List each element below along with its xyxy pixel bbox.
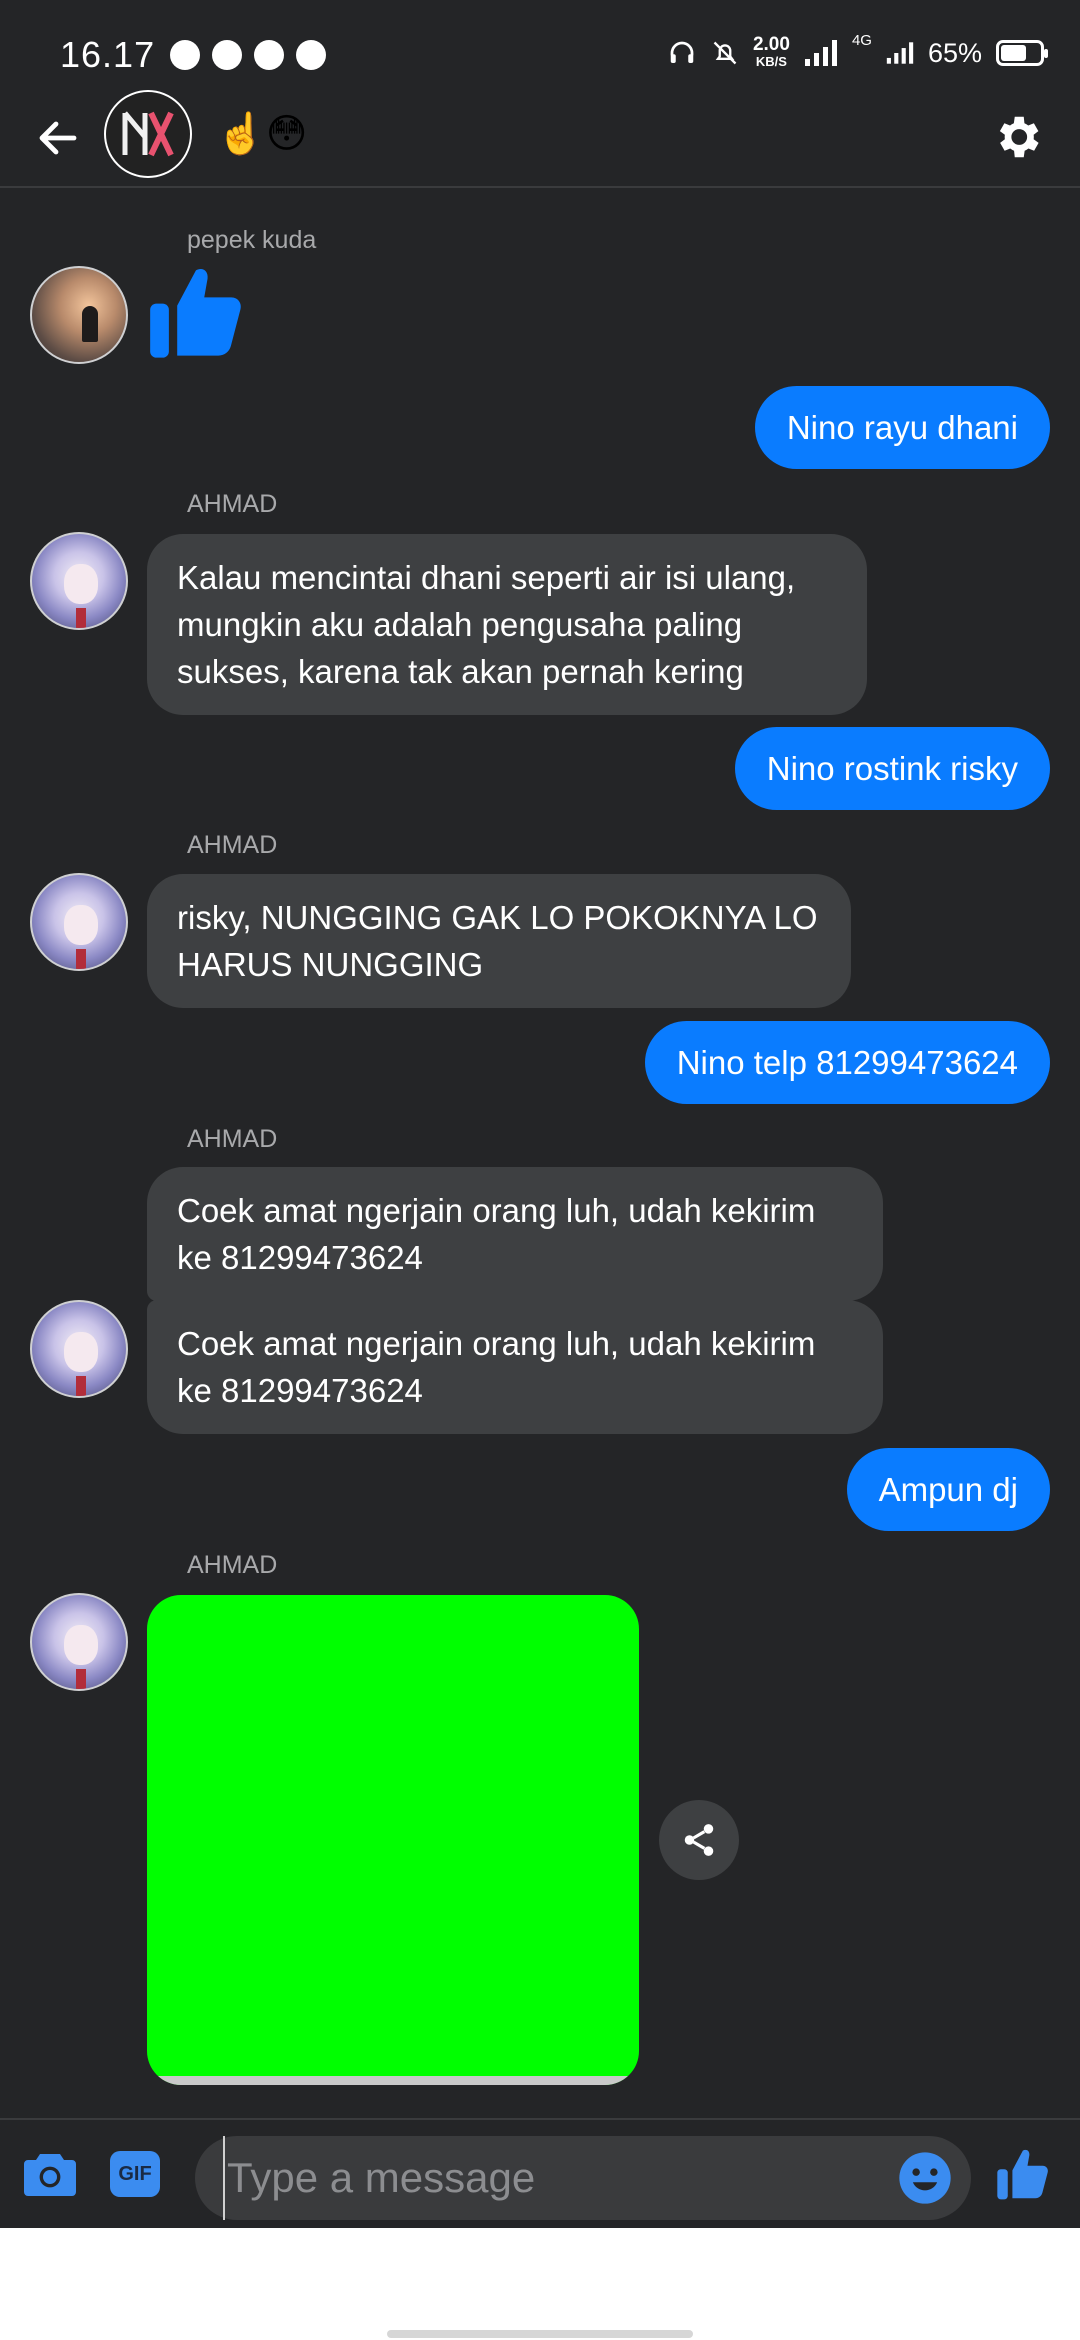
avatar-face (64, 905, 98, 945)
avatar-tie (76, 1669, 86, 1689)
message-bubble-outgoing[interactable]: Ampun dj (846, 1448, 1050, 1531)
sender-name: AHMAD (187, 1551, 278, 1579)
image-message[interactable] (147, 1595, 639, 2085)
messenger-icon (296, 40, 326, 70)
share-icon (684, 1824, 714, 1856)
battery-percent: 65% (927, 37, 982, 68)
message-bubble-outgoing[interactable]: Nino telp 81299473624 (644, 1021, 1050, 1104)
signal-2-icon (886, 42, 914, 64)
net-speed-unit: KB/S (755, 54, 787, 69)
emoji-icon[interactable] (897, 2150, 953, 2206)
avatar-face (64, 564, 98, 604)
camera-icon[interactable] (22, 2150, 78, 2198)
group-avatar[interactable] (104, 90, 192, 178)
avatar-tie (76, 1376, 86, 1396)
avatar-tie (76, 949, 86, 969)
sender-name: pepek kuda (187, 226, 317, 254)
bell-muted-icon (713, 41, 737, 65)
image-progress-bar (147, 2076, 639, 2085)
avatar-silhouette (82, 306, 98, 342)
status-bar: 16.17 2.00 KB/S 4G 65% (0, 0, 1080, 96)
status-time: 16.17 (60, 34, 156, 75)
message-composer: GIF (0, 2118, 1080, 2228)
back-arrow-icon[interactable] (34, 114, 82, 162)
group-logo-icon (122, 111, 174, 157)
avatar[interactable] (30, 1300, 128, 1398)
share-button[interactable] (659, 1800, 739, 1880)
message-input[interactable] (223, 2136, 863, 2220)
status-right: 2.00 KB/S 4G 65% (667, 32, 1048, 70)
avatar[interactable] (30, 532, 128, 630)
network-type: 4G (851, 32, 872, 49)
thumbs-up-send-icon[interactable] (996, 2146, 1052, 2204)
signal-icon (804, 40, 837, 66)
thumbs-up-icon[interactable] (148, 262, 248, 366)
net-speed-value: 2.00 (752, 34, 790, 55)
message-bubble-incoming[interactable]: Coek amat ngerjain orang luh, udah kekir… (147, 1167, 883, 1301)
sender-name: AHMAD (187, 490, 278, 518)
message-bubble-incoming[interactable]: Coek amat ngerjain orang luh, udah kekir… (147, 1300, 883, 1434)
battery-icon (996, 40, 1048, 66)
headset-icon (670, 41, 694, 63)
avatar-tie (76, 608, 86, 628)
group-name[interactable]: ☝️😳 (216, 110, 308, 157)
chat-screen: 16.17 2.00 KB/S 4G 65% ☝️😳 pepek kuda Ni… (0, 0, 1080, 2228)
net-speed: 2.00 KB/S (752, 34, 790, 70)
gear-icon[interactable] (990, 110, 1044, 164)
sender-name: AHMAD (187, 1125, 278, 1153)
battery-fill (1001, 45, 1026, 61)
chat-header: ☝️😳 (0, 88, 1080, 188)
avatar-face (64, 1332, 98, 1372)
message-bubble-outgoing[interactable]: Nino rayu dhani (754, 386, 1050, 469)
gif-button[interactable]: GIF (110, 2151, 160, 2197)
navigation-handle[interactable] (387, 2330, 693, 2338)
message-bubble-incoming[interactable]: risky, NUNGGING GAK LO POKOKNYA LO HARUS… (147, 874, 851, 1008)
notification-icons (170, 40, 326, 70)
avatar-face (64, 1625, 98, 1665)
avatar[interactable] (30, 266, 128, 364)
avatar[interactable] (30, 1593, 128, 1691)
avatar[interactable] (30, 873, 128, 971)
sender-name: AHMAD (187, 831, 278, 859)
spotify-icon (170, 40, 200, 70)
facebook-icon (212, 40, 242, 70)
message-bubble-incoming[interactable]: Kalau mencintai dhani seperti air isi ul… (147, 534, 867, 715)
message-input-container (195, 2136, 971, 2220)
shop-icon (254, 40, 284, 70)
message-bubble-outgoing[interactable]: Nino rostink risky (734, 727, 1050, 810)
